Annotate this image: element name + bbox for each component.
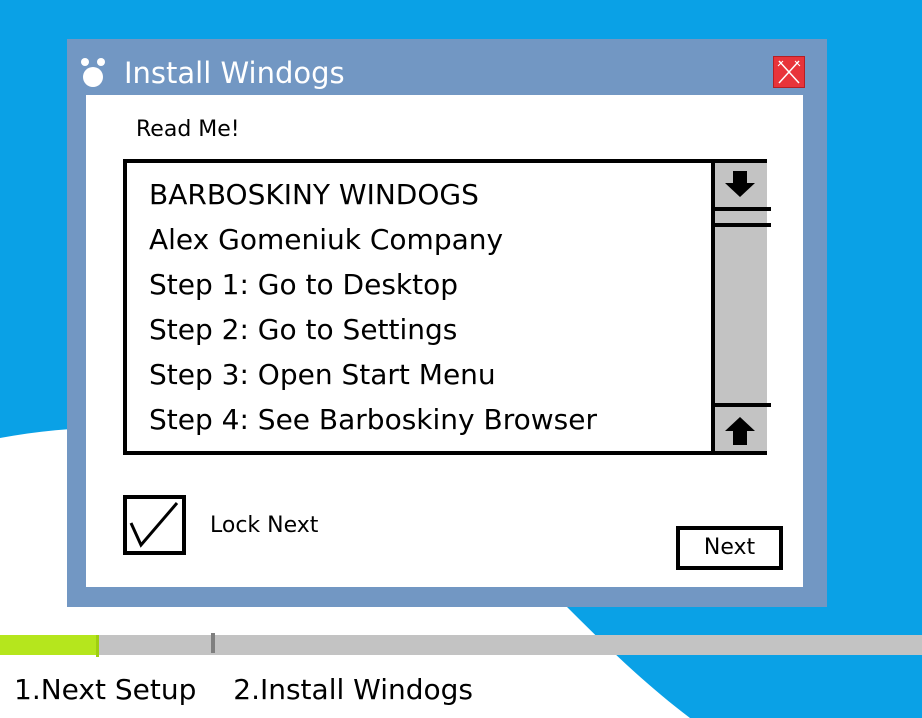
readme-line: Step 4: See Barboskiny Browser xyxy=(149,403,597,436)
lock-next-label: Lock Next xyxy=(210,513,319,538)
scrollbar[interactable] xyxy=(711,163,771,451)
readme-line: Step 3: Open Start Menu xyxy=(149,358,496,391)
readme-lines: BARBOSKINY WINDOGS Alex Gomeniuk Company… xyxy=(149,172,597,442)
readme-heading: Read Me! xyxy=(136,117,240,142)
paw-icon xyxy=(81,58,105,87)
step-label: 1.Next Setup xyxy=(14,673,197,706)
readme-line: Step 1: Go to Desktop xyxy=(149,268,459,301)
scrollbar-separator xyxy=(711,207,771,211)
arrow-up-icon xyxy=(725,417,755,445)
progress-fill xyxy=(0,635,99,655)
arrow-down-icon xyxy=(725,171,755,197)
window-title: Install Windogs xyxy=(124,56,345,90)
readme-textbox[interactable]: BARBOSKINY WINDOGS Alex Gomeniuk Company… xyxy=(123,159,771,455)
progress-fill-edge xyxy=(95,635,99,657)
lock-next-checkbox[interactable] xyxy=(123,495,186,555)
scroll-top-button[interactable] xyxy=(715,163,767,207)
next-button[interactable]: Next xyxy=(676,526,783,570)
installer-window: Install Windogs Read Me! BARBOSKINY WIND… xyxy=(67,39,827,607)
scroll-bottom-button[interactable] xyxy=(715,407,767,451)
title-bar[interactable]: Install Windogs xyxy=(67,39,827,95)
readme-line: BARBOSKINY WINDOGS xyxy=(149,178,479,211)
progress-step-marker xyxy=(211,633,215,653)
setup-steps: 1.Next Setup 2.Install Windogs xyxy=(14,671,473,709)
readme-line: Step 2: Go to Settings xyxy=(149,313,458,346)
close-button[interactable] xyxy=(773,56,805,88)
window-content: Read Me! BARBOSKINY WINDOGS Alex Gomeniu… xyxy=(86,95,803,587)
scroll-track[interactable] xyxy=(715,227,767,407)
readme-line: Alex Gomeniuk Company xyxy=(149,223,504,256)
checkmark-icon xyxy=(129,502,179,548)
close-icon xyxy=(777,60,801,84)
progress-bar xyxy=(0,633,922,657)
step-label: 2.Install Windogs xyxy=(233,673,474,706)
